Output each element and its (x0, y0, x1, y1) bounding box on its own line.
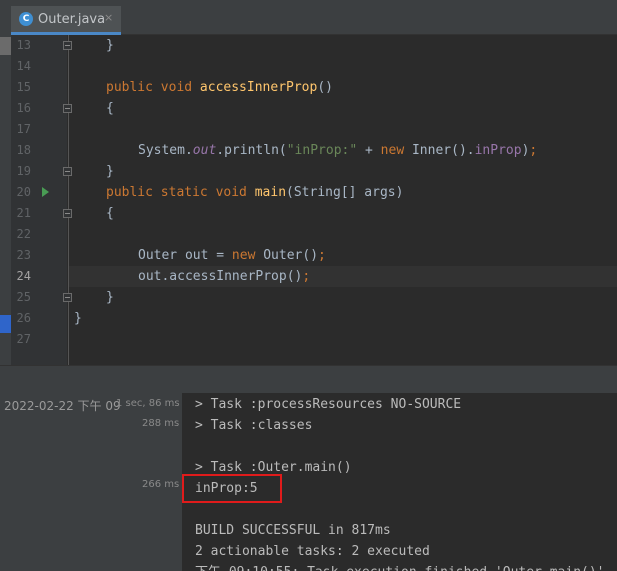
line-number: 21 (16, 206, 31, 220)
tab-filename: Outer.java (38, 11, 106, 27)
tab-bar-left-strip (0, 0, 11, 35)
console-line: 下午 09:10:55: Task execution finished 'Ou… (195, 562, 612, 571)
line-number: 23 (16, 248, 31, 262)
run-total-duration: 1 sec, 86 ms (116, 398, 180, 409)
side-strip-marker (0, 37, 11, 55)
code-line-15: public void accessInnerProp() (106, 80, 333, 95)
console-line: > Task :classes (195, 418, 313, 433)
editor-side-strip (0, 35, 11, 365)
code-editor[interactable]: 13 14 15 16 17 18 19 20 21 22 23 24 25 2… (0, 35, 617, 365)
line-number: 18 (16, 143, 31, 157)
line-number: 16 (16, 101, 31, 115)
line-number-current: 24 (16, 269, 31, 283)
java-class-icon: C (19, 12, 33, 26)
line-number: 17 (16, 122, 31, 136)
line-number: 13 (16, 38, 31, 52)
run-tree-panel[interactable]: 2022-02-22 下午 09 1 sec, 86 ms 288 ms 266… (0, 393, 182, 571)
run-tool-window: 2022-02-22 下午 09 1 sec, 86 ms 288 ms 266… (0, 393, 617, 571)
code-line-20: public static void main(String[] args) (106, 185, 404, 200)
editor-tab-bar: C Outer.java × (0, 0, 617, 35)
line-number: 27 (16, 332, 31, 346)
line-number: 25 (16, 290, 31, 304)
fold-marker-icon[interactable] (63, 293, 72, 302)
side-strip-active-marker (0, 315, 11, 333)
code-line-24: out.accessInnerProp(); (138, 269, 311, 284)
task-duration-main: 266 ms (142, 479, 180, 490)
run-date: 2022-02-22 下午 09 (4, 399, 121, 413)
tab-outer-java[interactable]: C Outer.java × (11, 6, 121, 35)
code-line-19: } (106, 164, 114, 179)
line-number: 26 (16, 311, 31, 325)
fold-marker-icon[interactable] (63, 41, 72, 50)
console-line: 2 actionable tasks: 2 executed (195, 544, 430, 559)
task-duration-classes: 288 ms (142, 418, 180, 429)
run-panel-header (0, 365, 617, 393)
line-number: 15 (16, 80, 31, 94)
code-line-21: { (106, 206, 114, 221)
fold-marker-icon[interactable] (63, 209, 72, 218)
fold-marker-icon[interactable] (63, 104, 72, 113)
console-line: BUILD SUCCESSFUL in 817ms (195, 523, 391, 538)
highlight-box (182, 474, 282, 503)
line-number: 20 (16, 185, 31, 199)
run-main-icon[interactable] (42, 187, 49, 197)
console-line: > Task :processResources NO-SOURCE (195, 397, 462, 412)
code-line-18: System.out.println("inProp:" + new Inner… (138, 143, 538, 158)
close-tab-icon[interactable]: × (104, 11, 113, 24)
code-line-25: } (106, 290, 114, 305)
line-number: 22 (16, 227, 31, 241)
code-line-16: { (106, 101, 114, 116)
code-line-13: } (106, 38, 114, 53)
line-number: 14 (16, 59, 31, 73)
gutter-divider (68, 35, 69, 365)
line-number: 19 (16, 164, 31, 178)
code-line-23: Outer out = new Outer(); (138, 248, 326, 263)
code-line-26: } (74, 311, 82, 326)
fold-marker-icon[interactable] (63, 167, 72, 176)
